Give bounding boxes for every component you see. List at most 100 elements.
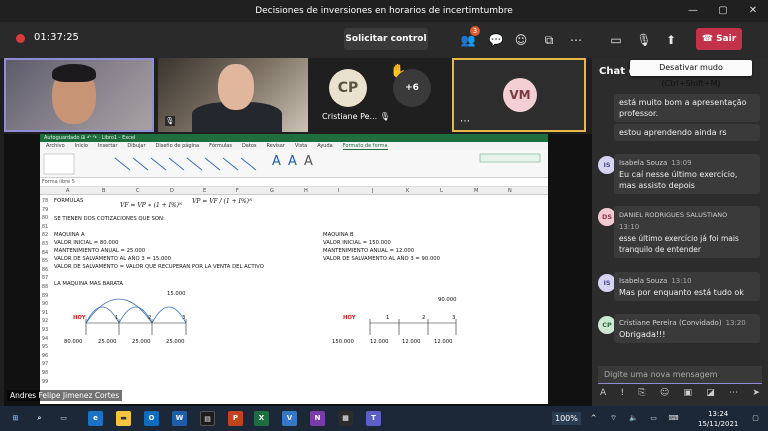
file-explorer-icon[interactable]: ▬	[116, 411, 131, 426]
cell-a-maint-2[interactable]: 25.000	[132, 339, 151, 345]
message-author: Cristiane Pereira (Convidado)	[619, 319, 722, 327]
request-control-button[interactable]: Solicitar control	[344, 28, 428, 50]
priority-icon[interactable]: !	[620, 388, 624, 402]
cell-mb-mantenimiento[interactable]: MANTENIMIENTO ANUAL = 12.000	[323, 248, 414, 254]
send-icon[interactable]: ➤	[752, 388, 760, 402]
powerpoint-icon[interactable]: P	[228, 411, 243, 426]
menu-archivo[interactable]: Archivo	[46, 143, 65, 149]
tray-chevron-icon[interactable]: ^	[586, 411, 601, 426]
wordart-style-2-icon[interactable]: A	[288, 154, 297, 169]
vpn-icon[interactable]: V	[282, 411, 297, 426]
cell-formula-vf[interactable]: VF = VP ∗ (1 + I%)ᴺ	[120, 202, 182, 209]
menu-formulas[interactable]: Fórmulas	[209, 143, 232, 149]
cell-a-period-3[interactable]: 3	[182, 315, 185, 321]
rooms-icon[interactable]: ⧉	[539, 30, 559, 50]
cell-b-period-1[interactable]: 1	[386, 315, 389, 321]
cell-mb-salvamento[interactable]: VALOR DE SALVAMENTO AL AÑO 3 = 90.000	[323, 256, 440, 262]
cell-formula-vp[interactable]: VP = VF / (1 + I%)ᴺ	[192, 198, 252, 205]
avatar-cp[interactable]: CP	[329, 69, 367, 107]
close-button[interactable]: ✕	[738, 0, 768, 22]
cell-b-period-3[interactable]: 3	[452, 315, 455, 321]
windows-start-icon[interactable]: ⊞	[8, 411, 23, 426]
cell-mb-valor-inicial[interactable]: VALOR INICIAL = 150.000	[323, 240, 391, 246]
cell-a-initial[interactable]: 80.000	[64, 339, 83, 345]
leave-button[interactable]: ☎ Sair	[696, 28, 742, 50]
share-content-icon[interactable]: ⬆	[661, 30, 681, 50]
more-participants-button[interactable]: +6	[393, 69, 431, 107]
cell-a-maint-1[interactable]: 25.000	[98, 339, 117, 345]
cell-b-maint-1[interactable]: 12.000	[370, 339, 389, 345]
emoji-icon[interactable]: ☺	[660, 388, 669, 402]
cell-formulas[interactable]: FORMULAS	[54, 198, 83, 204]
cell-b-period-2[interactable]: 2	[422, 315, 425, 321]
edge-icon[interactable]: e	[88, 411, 103, 426]
participant-video-2[interactable]	[158, 58, 308, 132]
col-e: E	[203, 188, 207, 194]
excel-icon[interactable]: X	[254, 411, 269, 426]
reactions-icon[interactable]: ☺	[511, 30, 531, 50]
cell-intro[interactable]: SE TIENEN DOS COTIZACIONES QUE SON:	[54, 216, 165, 222]
mic-muted-icon[interactable]: 🎙	[634, 30, 654, 50]
onenote-icon[interactable]: N	[310, 411, 325, 426]
cell-b-maint-3[interactable]: 12.000	[434, 339, 453, 345]
cell-b-salvage[interactable]: 90.000	[438, 297, 457, 303]
menu-revisar[interactable]: Revisar	[267, 143, 285, 149]
more-options-icon[interactable]: ⋯	[566, 30, 586, 50]
attach-icon[interactable]: ⎘	[638, 388, 645, 402]
sticker-icon[interactable]: ◪	[706, 388, 715, 402]
menu-datos[interactable]: Datos	[242, 143, 257, 149]
app-icon-2[interactable]: ▦	[338, 411, 353, 426]
cell-ma-salvamento-def[interactable]: VALOR DE SALVAMENTO = VALOR QUE RECUPERA…	[54, 264, 264, 270]
chat-input[interactable]: Digite uma nova mensagem	[598, 366, 762, 384]
cell-ma-mantenimiento[interactable]: MANTENIMIENTO ANUAL = 25.000	[54, 248, 145, 254]
more-icon[interactable]: ⋯	[729, 388, 738, 402]
cell-ma-salvamento[interactable]: VALOR DE SALVAMENTO AL AÑO 3 = 15.000	[54, 256, 171, 262]
mute-tooltip: Desativar mudo (Ctrl+Shift+M)	[630, 60, 752, 88]
word-icon[interactable]: W	[172, 411, 187, 426]
cell-b-initial[interactable]: 150.000	[332, 339, 354, 345]
taskbar-clock[interactable]: 13:24 15/11/2021	[698, 409, 738, 429]
leave-label: Sair	[716, 34, 737, 44]
menu-inicio[interactable]: Inicio	[75, 143, 88, 149]
menu-vista[interactable]: Vista	[295, 143, 307, 149]
camera-off-icon[interactable]: ▭	[606, 30, 626, 50]
teams-icon[interactable]: T	[366, 411, 381, 426]
wordart-style-1-icon[interactable]: A	[272, 154, 281, 169]
search-icon[interactable]: ⌕	[32, 411, 47, 426]
volume-icon[interactable]: 🔈	[626, 411, 641, 426]
cell-b-maint-2[interactable]: 12.000	[402, 339, 421, 345]
cell-maquina-b[interactable]: MAQUINA B	[323, 232, 354, 238]
cell-cheapest[interactable]: LA MAQUINA MAS BARATA	[54, 281, 123, 287]
format-icon[interactable]: A	[600, 388, 606, 402]
app-icon[interactable]: ▤	[200, 411, 215, 426]
menu-insertar[interactable]: Insertar	[98, 143, 117, 149]
gif-icon[interactable]: ▣	[684, 388, 693, 402]
cell-a-period-2[interactable]: 2	[148, 315, 151, 321]
battery-icon[interactable]: ▭	[646, 411, 661, 426]
cell-a-salvage[interactable]: 15.000	[167, 291, 186, 297]
wordart-style-3-icon[interactable]: A	[304, 154, 313, 169]
cell-ma-valor-inicial[interactable]: VALOR INICIAL = 80.000	[54, 240, 118, 246]
minimize-button[interactable]: —	[678, 0, 708, 22]
zoom-level[interactable]: 100%	[552, 412, 581, 425]
cell-a-hoy[interactable]: HOY	[73, 315, 86, 321]
cell-a-maint-3[interactable]: 25.000	[166, 339, 185, 345]
menu-dibujar[interactable]: Dibujar	[127, 143, 145, 149]
tile-options-icon[interactable]: ⋯	[460, 116, 470, 127]
formula-bar[interactable]: Forma libre 5	[40, 178, 548, 187]
cell-b-hoy[interactable]: HOY	[343, 315, 356, 321]
outlook-icon[interactable]: O	[144, 411, 159, 426]
menu-diseno[interactable]: Diseño de página	[156, 143, 200, 149]
notifications-icon[interactable]: ▢	[748, 411, 763, 426]
participant-video-1[interactable]	[4, 58, 154, 132]
language-icon[interactable]: ⌨	[666, 411, 681, 426]
cell-a-period-1[interactable]: 1	[115, 315, 118, 321]
chat-icon[interactable]: 💬	[486, 30, 506, 50]
menu-ayuda[interactable]: Ayuda	[317, 143, 332, 149]
task-view-icon[interactable]: ▭	[56, 411, 71, 426]
menu-formato-forma[interactable]: Formato de forma	[342, 143, 388, 150]
network-icon[interactable]: ⌔	[606, 411, 621, 426]
cell-maquina-a[interactable]: MAQUINA A	[54, 232, 85, 238]
maximize-button[interactable]: ▢	[708, 0, 738, 22]
spreadsheet-grid[interactable]: 78 79 80 81 82 83 84 85 86 87 88 89 90 91 92 93 94 95 96 97…	[40, 195, 548, 404]
